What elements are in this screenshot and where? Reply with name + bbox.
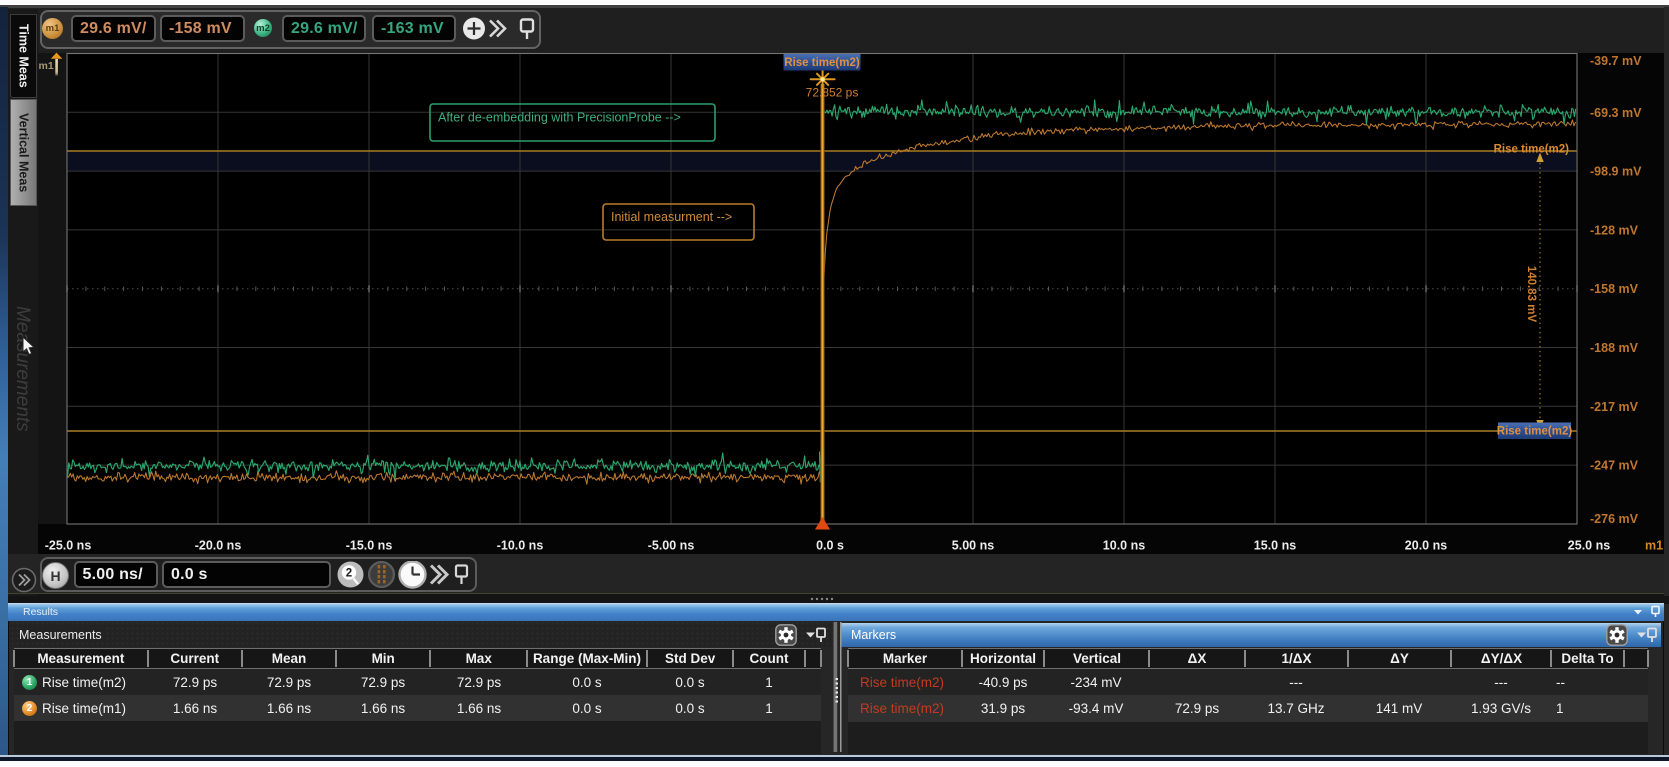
svg-text:-20.0 ns: -20.0 ns [195, 539, 242, 553]
svg-text:Rise time(m2): Rise time(m2) [1494, 144, 1570, 156]
svg-text:72.852 ps: 72.852 ps [806, 86, 859, 100]
svg-text:-10.0 ns: -10.0 ns [497, 539, 544, 553]
svg-text:After de-embedding with Precis: After de-embedding with PrecisionProbe -… [438, 111, 681, 125]
svg-text:m1: m1 [1645, 539, 1663, 553]
svg-text:-128 mV: -128 mV [1590, 223, 1639, 237]
svg-text:-69.3 mV: -69.3 mV [1590, 106, 1642, 120]
svg-text:-188 mV: -188 mV [1590, 341, 1639, 355]
svg-text:m1: m1 [39, 60, 54, 72]
svg-text:-217 mV: -217 mV [1590, 400, 1639, 414]
svg-text:-15.0 ns: -15.0 ns [346, 539, 393, 553]
svg-text:-5.00 ns: -5.00 ns [648, 539, 695, 553]
svg-text:Rise time(m2): Rise time(m2) [784, 57, 860, 69]
svg-text:Initial measurment -->: Initial measurment --> [611, 210, 732, 224]
svg-text:15.0 ns: 15.0 ns [1254, 539, 1296, 553]
svg-text:-39.7 mV: -39.7 mV [1590, 54, 1642, 68]
svg-text:25.0 ns: 25.0 ns [1568, 539, 1610, 553]
svg-text:Rise time(m2): Rise time(m2) [1497, 426, 1573, 438]
svg-text:20.0 ns: 20.0 ns [1405, 539, 1447, 553]
svg-text:-247 mV: -247 mV [1590, 459, 1639, 473]
svg-text:-276 mV: -276 mV [1590, 512, 1639, 526]
svg-text:10.0 ns: 10.0 ns [1103, 539, 1145, 553]
svg-text:5.00 ns: 5.00 ns [952, 539, 994, 553]
svg-text:-25.0 ns: -25.0 ns [45, 539, 92, 553]
svg-text:2: 2 [346, 568, 352, 580]
svg-text:-158 mV: -158 mV [1590, 282, 1639, 296]
svg-text:0.0 s: 0.0 s [816, 539, 844, 553]
svg-text:-98.9 mV: -98.9 mV [1590, 165, 1642, 179]
svg-text:140.83 mV: 140.83 mV [1525, 266, 1537, 323]
